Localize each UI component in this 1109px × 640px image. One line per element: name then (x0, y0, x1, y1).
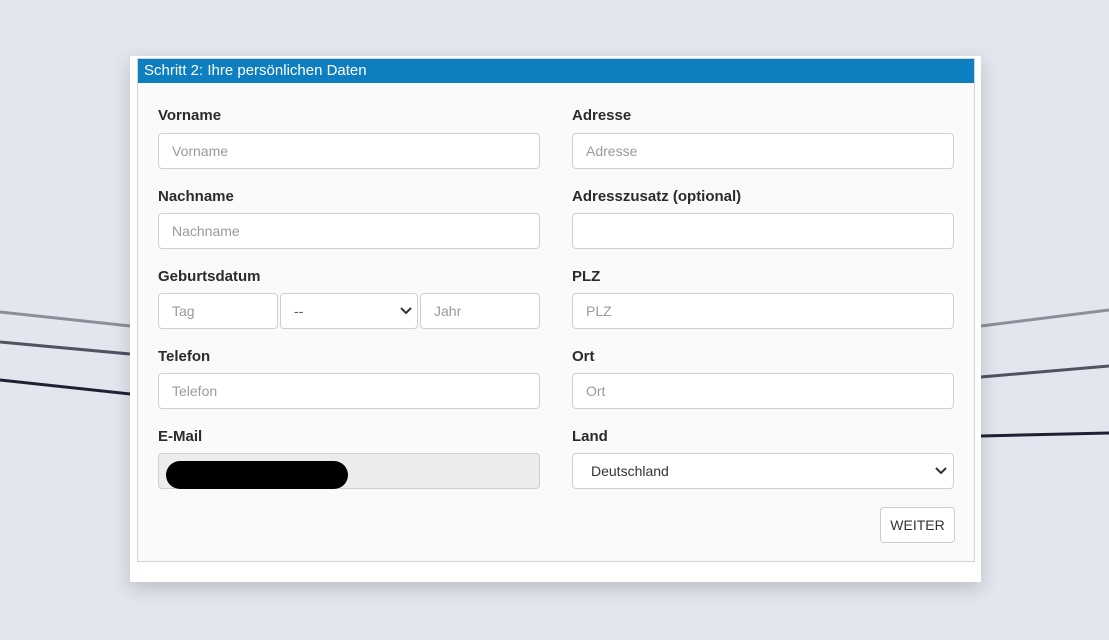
adresszusatz-input[interactable] (572, 213, 954, 249)
telefon-label: Telefon (158, 348, 211, 365)
land-select[interactable]: Deutschland (572, 453, 954, 489)
email-label: E-Mail (158, 428, 203, 445)
adresszusatz-label: Adresszusatz (optional) (572, 188, 742, 205)
birth-month-value: -- (294, 303, 304, 319)
chevron-down-icon (935, 467, 947, 475)
telefon-input[interactable] (158, 373, 540, 409)
birth-day-input[interactable] (158, 293, 278, 329)
chevron-down-icon (400, 307, 412, 315)
land-value: Deutschland (591, 463, 669, 479)
email-redaction (166, 461, 348, 489)
vorname-input[interactable] (158, 133, 540, 169)
vorname-label: Vorname (158, 107, 222, 124)
email-field[interactable] (158, 453, 540, 489)
personal-data-panel: Schritt 2: Ihre persönlichen Daten Vorna… (137, 58, 975, 562)
plz-label: PLZ (572, 268, 601, 285)
weiter-button[interactable]: WEITER (880, 507, 955, 543)
adresse-input[interactable] (572, 133, 954, 169)
geburtsdatum-label: Geburtsdatum (158, 268, 261, 285)
plz-input[interactable] (572, 293, 954, 329)
birth-year-input[interactable] (420, 293, 540, 329)
form-card: Schritt 2: Ihre persönlichen Daten Vorna… (130, 56, 981, 582)
birth-month-select[interactable]: -- (280, 293, 418, 329)
land-label: Land (572, 428, 608, 445)
adresse-label: Adresse (572, 107, 632, 124)
nachname-label: Nachname (158, 188, 234, 205)
panel-title: Schritt 2: Ihre persönlichen Daten (138, 59, 974, 83)
ort-input[interactable] (572, 373, 954, 409)
nachname-input[interactable] (158, 213, 540, 249)
ort-label: Ort (572, 348, 595, 365)
